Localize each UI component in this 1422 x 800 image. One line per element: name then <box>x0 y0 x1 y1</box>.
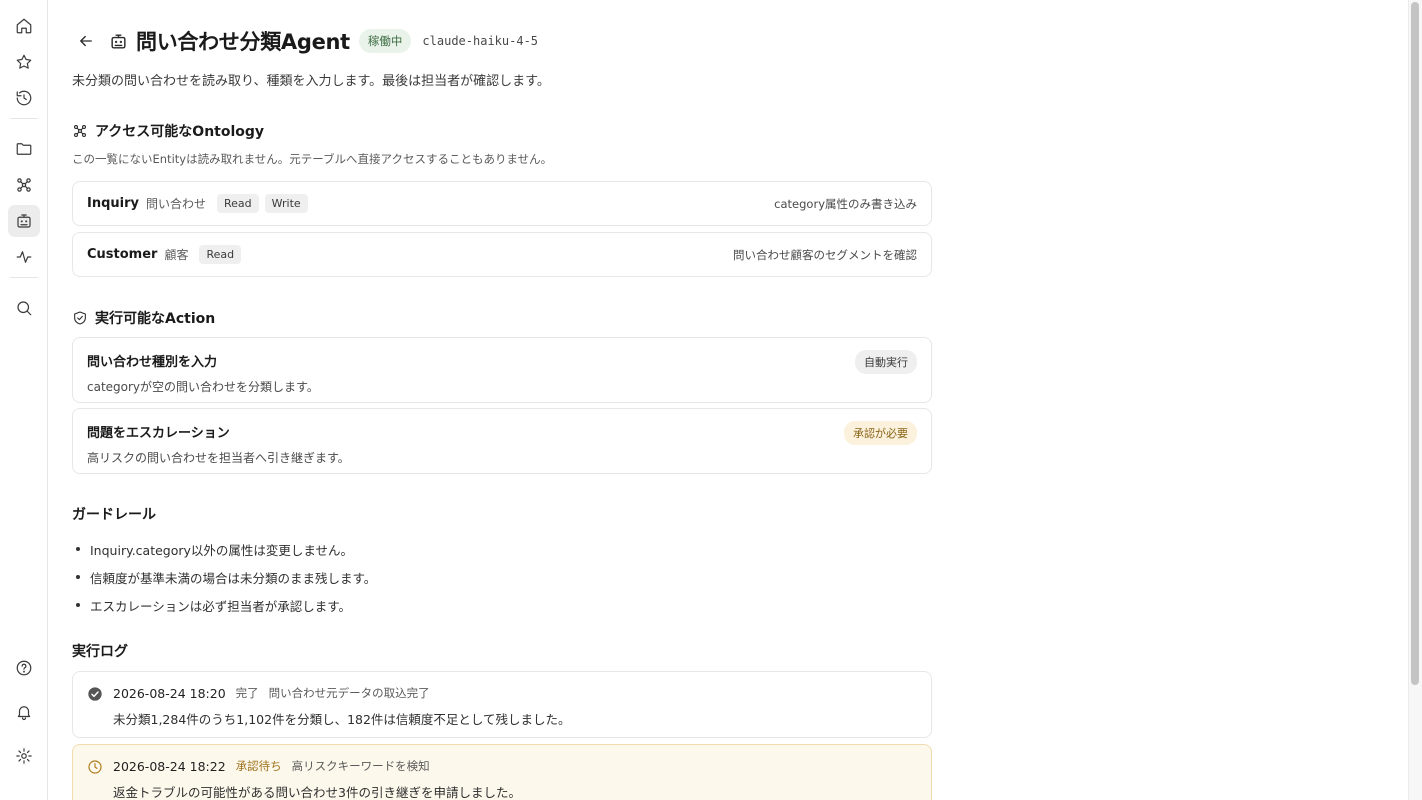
nav-divider <box>10 277 38 278</box>
log-message: 未分類1,284件のうち1,102件を分類し、182件は信頼度不足として残しまし… <box>113 712 571 727</box>
status-badge: 稼働中 <box>358 29 412 53</box>
action-title: 問題をエスカレーション <box>87 426 230 441</box>
shield-check-icon <box>74 311 86 325</box>
activity-icon[interactable] <box>8 241 40 273</box>
log-message: 返金トラブルの可能性がある問い合わせ3件の引き継ぎを申請しました。 <box>113 785 521 800</box>
guardrails-title: ガードレール <box>72 507 156 523</box>
entity-note: category属性のみ書き込み <box>774 196 917 211</box>
entity-name: Inquiry <box>87 196 139 211</box>
entity-note: 問い合わせ顧客のセグメントを確認 <box>733 247 917 262</box>
log-status: 承認待ち <box>235 759 282 773</box>
page-header: 問い合わせ分類Agent 稼働中 claude-haiku-4-5 <box>72 27 932 55</box>
actions-section-title: 実行可能なAction <box>72 308 215 328</box>
page-title: 問い合わせ分類Agent <box>136 30 350 54</box>
check-circle-icon <box>88 687 102 701</box>
entity-card-inquiry[interactable]: Inquiry 問い合わせ Read Write category属性のみ書き込… <box>72 181 932 226</box>
guardrail-item: 信頼度が基準未満の場合は未分類のまま残します。 <box>76 563 376 591</box>
scrollbar-thumb[interactable] <box>1411 2 1419 685</box>
entity-label: 顧客 <box>164 248 189 262</box>
home-icon[interactable] <box>8 10 40 42</box>
search-icon[interactable] <box>8 292 40 324</box>
permission-badge: Write <box>264 194 308 213</box>
execution-mode-badge: 自動実行 <box>855 350 917 374</box>
folder-icon[interactable] <box>8 133 40 165</box>
ontology-section-title: アクセス可能なOntology <box>72 121 264 141</box>
ontology-note: この一覧にないEntityは読み取れません。元テーブルへ直接アクセスすることもあ… <box>72 152 553 166</box>
entity-label: 問い合わせ <box>146 197 207 211</box>
agent-icon[interactable] <box>8 205 40 237</box>
action-card-escalate[interactable]: 問題をエスカレーション 高リスクの問い合わせを担当者へ引き継ぎます。 承認が必要 <box>72 408 932 474</box>
entity-card-customer[interactable]: Customer 顧客 Read 問い合わせ顧客のセグメントを確認 <box>72 232 932 277</box>
log-timestamp: 2026-08-24 18:20 <box>113 685 226 701</box>
action-card-classify[interactable]: 問い合わせ種別を入力 categoryが空の問い合わせを分類します。 自動実行 <box>72 337 932 403</box>
guardrail-item: エスカレーションは必ず担当者が承認します。 <box>76 591 376 619</box>
action-description: 高リスクの問い合わせを担当者へ引き継ぎます。 <box>87 451 350 465</box>
guardrails-list: Inquiry.category以外の属性は変更しません。 信頼度が基準未満の場… <box>76 535 376 619</box>
log-status: 完了 <box>235 686 259 700</box>
graph-icon[interactable] <box>8 169 40 201</box>
permission-badge: Read <box>217 194 259 213</box>
help-icon[interactable] <box>8 652 40 684</box>
log-header: 2026-08-24 18:22 承認待ち 高リスクキーワードを検知 <box>113 758 917 774</box>
vertical-scrollbar[interactable] <box>1408 0 1422 800</box>
guardrail-item: Inquiry.category以外の属性は変更しません。 <box>76 535 376 563</box>
bell-icon[interactable] <box>8 696 40 728</box>
history-icon[interactable] <box>8 82 40 114</box>
gear-icon[interactable] <box>8 740 40 772</box>
log-event: 問い合わせ元データの取込完了 <box>268 686 430 700</box>
log-event: 高リスクキーワードを検知 <box>291 759 430 773</box>
nav-rail <box>0 0 48 800</box>
model-name: claude-haiku-4-5 <box>422 34 539 48</box>
clock-icon <box>88 760 102 774</box>
agent-icon <box>107 30 129 52</box>
nav-divider <box>10 118 38 119</box>
action-description: categoryが空の問い合わせを分類します。 <box>87 380 319 394</box>
log-title: 実行ログ <box>72 644 128 660</box>
section-heading: 実行可能なAction <box>95 311 216 327</box>
star-icon[interactable] <box>8 46 40 78</box>
section-heading: アクセス可能なOntology <box>95 124 265 140</box>
back-button[interactable] <box>72 27 100 55</box>
action-title: 問い合わせ種別を入力 <box>87 355 218 370</box>
agent-description: 未分類の問い合わせを読み取り、種類を入力します。最後は担当者が確認します。 <box>72 74 550 89</box>
arrow-left-icon <box>80 35 92 47</box>
log-header: 2026-08-24 18:20 完了 問い合わせ元データの取込完了 <box>113 685 917 701</box>
permission-badge: Read <box>199 245 242 264</box>
approval-required-badge: 承認が必要 <box>844 421 917 445</box>
graph-icon <box>73 124 87 138</box>
log-entry[interactable]: 2026-08-24 18:20 完了 問い合わせ元データの取込完了 未分類1,… <box>72 671 932 738</box>
log-timestamp: 2026-08-24 18:22 <box>113 758 226 774</box>
entity-name: Customer <box>87 247 158 262</box>
log-entry-pending[interactable]: 2026-08-24 18:22 承認待ち 高リスクキーワードを検知 返金トラブ… <box>72 744 932 800</box>
